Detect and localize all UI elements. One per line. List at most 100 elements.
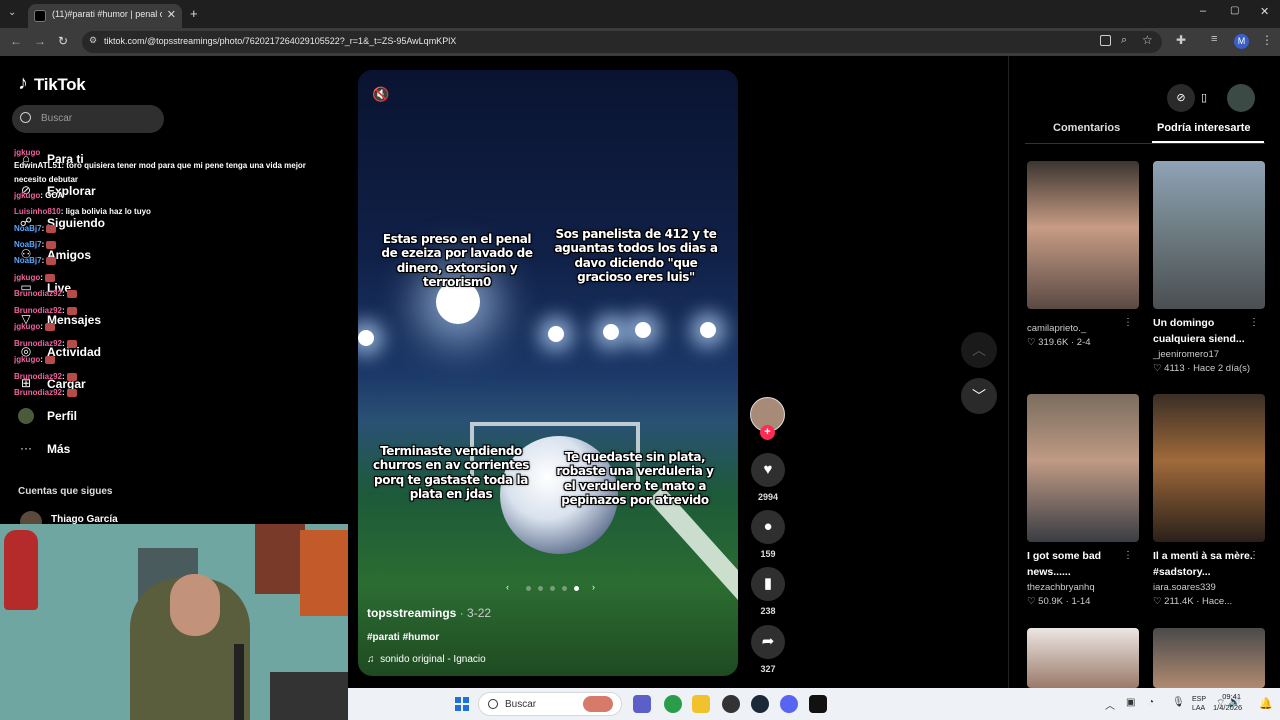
share-button[interactable]: ➦ 327	[751, 625, 785, 674]
previous-video-button[interactable]: ︿	[961, 332, 997, 368]
recommended-card[interactable]: camilaprieto._ ♡ 319.6K · 2-4 ⋮	[1027, 161, 1139, 351]
more-options-icon[interactable]: ⋮	[1123, 317, 1133, 328]
chevron-left-icon: ‹	[506, 582, 509, 592]
microphone-icon[interactable]: 🎙	[1172, 697, 1185, 708]
more-icon: ···	[20, 441, 32, 455]
notifications-icon[interactable]: 🔔	[1259, 697, 1273, 710]
forward-icon[interactable]: →	[34, 34, 46, 48]
tab-divider	[1025, 143, 1265, 144]
desk	[270, 672, 348, 720]
music-note-icon: ♫	[367, 654, 375, 665]
install-app-icon[interactable]	[1100, 35, 1111, 46]
comment-button[interactable]: ● 159	[751, 510, 785, 559]
heart-outline-icon: ♡	[1027, 596, 1036, 608]
wall-poster	[255, 524, 305, 594]
hashtags[interactable]: #parati #humor	[367, 632, 439, 643]
browser-tab[interactable]: (11)#parati #humor | penal car... ✕	[28, 4, 182, 28]
chat-line: Brunodiaz92:	[14, 388, 77, 397]
zoom-icon[interactable]: ⌕	[1121, 34, 1127, 47]
tab-comentarios[interactable]: Comentarios	[1053, 122, 1120, 134]
stadium-light	[548, 326, 564, 342]
emote-icon	[45, 355, 56, 364]
sound-link[interactable]: ♫ sonido original - Ignacio	[367, 654, 486, 665]
following-section-title: Cuentas que sigues	[18, 486, 113, 497]
reading-list-icon[interactable]: ≡	[1211, 33, 1217, 45]
clock-time: 09:41	[1222, 692, 1241, 701]
mute-icon[interactable]: 🔇	[372, 86, 389, 103]
discord-icon[interactable]	[780, 695, 798, 713]
card-date: 1-14	[1071, 596, 1091, 608]
site-info-icon[interactable]: ⚙	[89, 35, 97, 46]
user-avatar[interactable]	[1227, 84, 1255, 112]
taskbar-search[interactable]: Buscar	[478, 692, 622, 716]
recommended-card[interactable]: Il a menti à sa mère. #sadstory... iara.…	[1153, 394, 1265, 610]
more-options-icon[interactable]: ⋮	[1249, 317, 1259, 328]
tray-app-icon[interactable]: ▣	[1126, 697, 1135, 708]
sidebar-item-mas[interactable]: ··· Más	[18, 440, 138, 458]
minimize-icon[interactable]: –	[1200, 5, 1206, 17]
next-video-button[interactable]: ﹀	[961, 378, 997, 414]
follow-plus-icon[interactable]: +	[760, 425, 775, 440]
emote-icon	[66, 339, 77, 348]
profile-avatar[interactable]: M	[1234, 34, 1249, 49]
bookmark-star-icon[interactable]: ☆	[1142, 33, 1153, 47]
windows-start-icon[interactable]	[455, 697, 469, 711]
emote-icon	[66, 388, 77, 397]
wall-poster	[300, 530, 348, 616]
tray-app-icon[interactable]: ◔	[1148, 697, 1154, 708]
back-icon[interactable]: ←	[10, 34, 22, 48]
recommended-card[interactable]: Un domingo cualquiera siend... _jeenirom…	[1153, 161, 1265, 377]
steam-icon[interactable]	[751, 695, 769, 713]
chrome-icon[interactable]	[664, 695, 682, 713]
emote-icon	[66, 289, 77, 298]
microphone	[234, 644, 244, 720]
tray-chevron-icon[interactable]: ︿	[1105, 697, 1115, 712]
tab-search-icon[interactable]: ⌄	[8, 7, 16, 18]
recommended-card[interactable]	[1153, 628, 1265, 688]
recommended-card[interactable]	[1027, 628, 1139, 688]
device-icon[interactable]: ▯	[1190, 84, 1218, 112]
meme-caption-top-left: Estas preso en el penal de ezeiza por la…	[381, 232, 533, 290]
close-tab-icon[interactable]: ✕	[167, 8, 176, 21]
language-indicator[interactable]: ESP LAA	[1192, 695, 1206, 713]
streamer-head	[170, 574, 220, 636]
reload-icon[interactable]: ↻	[58, 34, 68, 48]
chat-line: Brunodiaz92:	[14, 289, 77, 298]
meme-caption-bottom-right: Te quedaste sin plata, robaste una verdu…	[556, 450, 714, 508]
address-bar[interactable]: ⚙ tiktok.com/@topsstreamings/photo/76202…	[82, 31, 1162, 53]
card-likes: 319.6K	[1038, 337, 1069, 349]
file-explorer-icon[interactable]	[692, 695, 710, 713]
like-button[interactable]: ♥ 2994	[751, 453, 785, 502]
heart-outline-icon: ♡	[1153, 596, 1162, 608]
carousel-dots[interactable]: ‹ ›	[506, 582, 596, 592]
more-options-icon[interactable]: ⋮	[1249, 550, 1259, 561]
save-button[interactable]: ▮ 238	[751, 567, 785, 616]
card-date: Hace...	[1202, 596, 1233, 608]
extensions-icon[interactable]: ✚	[1176, 33, 1186, 47]
obs-icon[interactable]	[809, 695, 827, 713]
app-icon[interactable]	[722, 695, 740, 713]
search-highlight-icon	[583, 696, 613, 712]
system-clock[interactable]: 09:41 1/4/2026	[1213, 692, 1242, 713]
tab-podria-interesarte[interactable]: Podría interesarte	[1157, 122, 1251, 134]
streamer-webcam	[0, 524, 348, 720]
recommended-card[interactable]: I got some bad news...... thezachbryanhq…	[1027, 394, 1139, 610]
maximize-icon[interactable]: ▢	[1230, 5, 1239, 16]
new-tab-icon[interactable]: +	[190, 6, 198, 21]
field-line	[648, 486, 738, 664]
menu-icon[interactable]: ⋮	[1261, 33, 1273, 47]
search-input[interactable]: Buscar	[12, 105, 164, 133]
close-window-icon[interactable]: ✕	[1260, 5, 1269, 18]
more-options-icon[interactable]: ⋮	[1123, 550, 1133, 561]
sidebar-item-perfil[interactable]: Perfil	[18, 407, 138, 425]
sidebar-item-label: Perfil	[47, 409, 78, 423]
video-player[interactable]: 🔇 Estas preso en el penal de ezeiza por …	[358, 70, 738, 676]
card-likes: 4113	[1164, 363, 1185, 375]
video-author[interactable]: topsstreamings · 3-22	[367, 606, 491, 620]
chat-line: jgkugo:	[14, 273, 56, 282]
chat-line: NoaBj7:	[14, 256, 57, 265]
chat-line: Luisinho810: liga bolivia haz lo tuyo	[14, 207, 151, 216]
teams-icon[interactable]	[633, 695, 651, 713]
chat-line: NoaBj7:	[14, 224, 57, 233]
emote-icon	[46, 240, 57, 249]
